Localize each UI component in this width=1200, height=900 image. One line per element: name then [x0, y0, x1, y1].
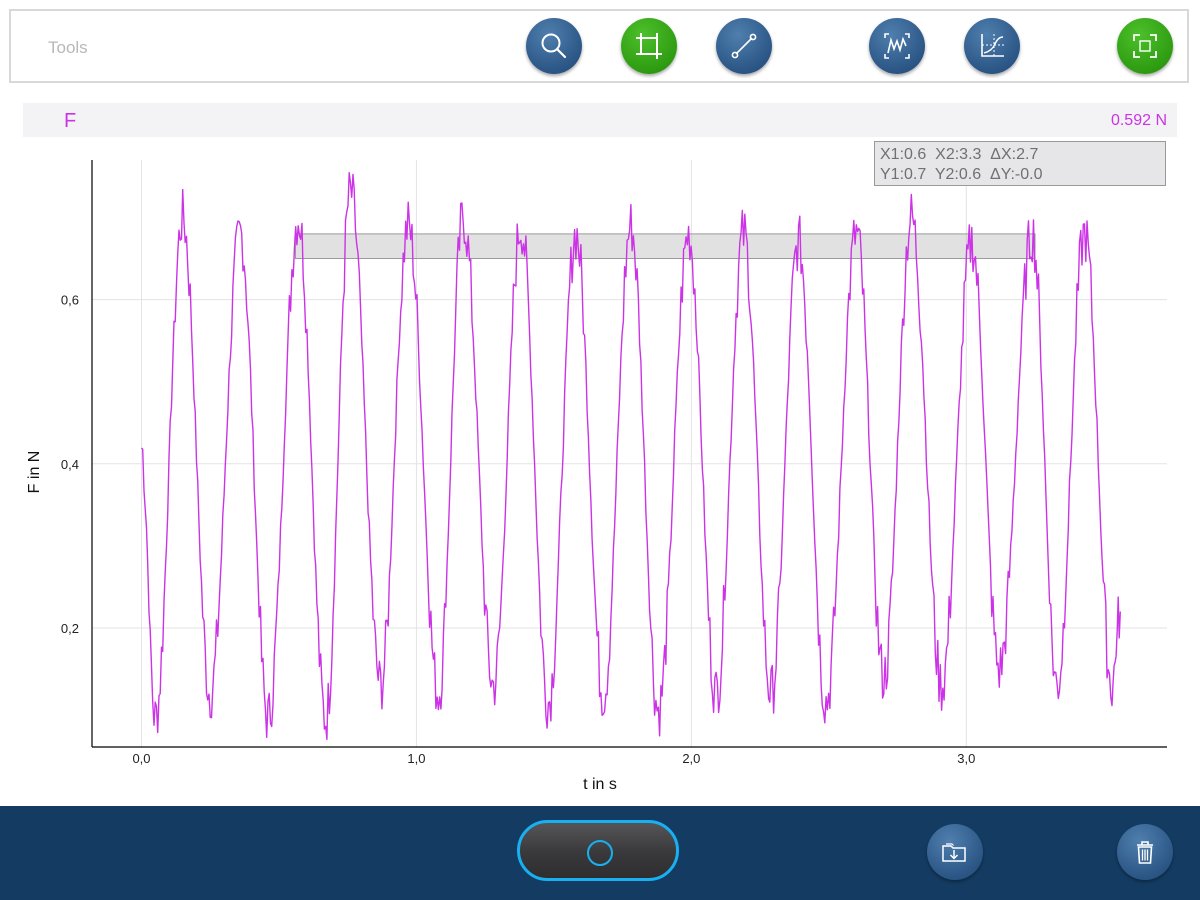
waveform-fit-icon	[884, 33, 910, 59]
record-circle-icon	[587, 840, 613, 866]
sensor-name: F	[64, 110, 77, 132]
folder-download-icon	[942, 843, 966, 862]
graph-fit-icon	[981, 34, 1004, 57]
crop-icon	[636, 33, 662, 59]
sensor-header[interactable]: F 0.592 N	[23, 103, 1177, 137]
tools-label: Tools	[48, 38, 88, 57]
x-tick-label: 0,0	[132, 751, 150, 766]
magnifier-icon	[541, 33, 567, 59]
tick-labels: 0,0 1,0 2,0 3,0 0,2 0,4 0,6	[61, 293, 975, 766]
y-axis-label: F in N	[26, 451, 43, 494]
line-tool-button[interactable]	[716, 18, 772, 74]
force-time-chart[interactable]: 0,0 1,0 2,0 3,0 0,2 0,4 0,6 t in s F in N	[0, 137, 1200, 806]
fullscreen-button[interactable]	[1117, 18, 1173, 74]
zoom-button[interactable]	[526, 18, 582, 74]
x-axis-label: t in s	[583, 776, 617, 793]
x-tick-label: 3,0	[957, 751, 975, 766]
x-tick-label: 2,0	[682, 751, 700, 766]
export-button[interactable]	[927, 824, 983, 880]
toolbar: Tools	[9, 9, 1189, 83]
x-tick-label: 1,0	[407, 751, 425, 766]
y-tick-label: 0,2	[61, 621, 79, 636]
cursor-readout: X1:0.6 X2:3.3 ΔX:2.7 Y1:0.7 Y2:0.6 ΔY:-0…	[874, 141, 1166, 186]
y-tick-label: 0,4	[61, 457, 79, 472]
autoscale-button[interactable]	[869, 18, 925, 74]
cursor-readout-x: X1:0.6 X2:3.3 ΔX:2.7	[880, 146, 1039, 163]
sensor-current-value: 0.592 N	[1110, 112, 1167, 129]
trash-icon	[1137, 841, 1153, 864]
bottom-bar	[0, 806, 1200, 900]
curve-fit-button[interactable]	[964, 18, 1020, 74]
line-segment-icon	[731, 33, 757, 59]
cursor-readout-y: Y1:0.7 Y2:0.6 ΔY:-0.0	[880, 166, 1043, 183]
delete-button[interactable]	[1117, 824, 1173, 880]
expand-icon	[1133, 34, 1157, 58]
y-tick-label: 0,6	[61, 293, 79, 308]
record-button[interactable]	[517, 820, 679, 881]
crop-button[interactable]	[621, 18, 677, 74]
